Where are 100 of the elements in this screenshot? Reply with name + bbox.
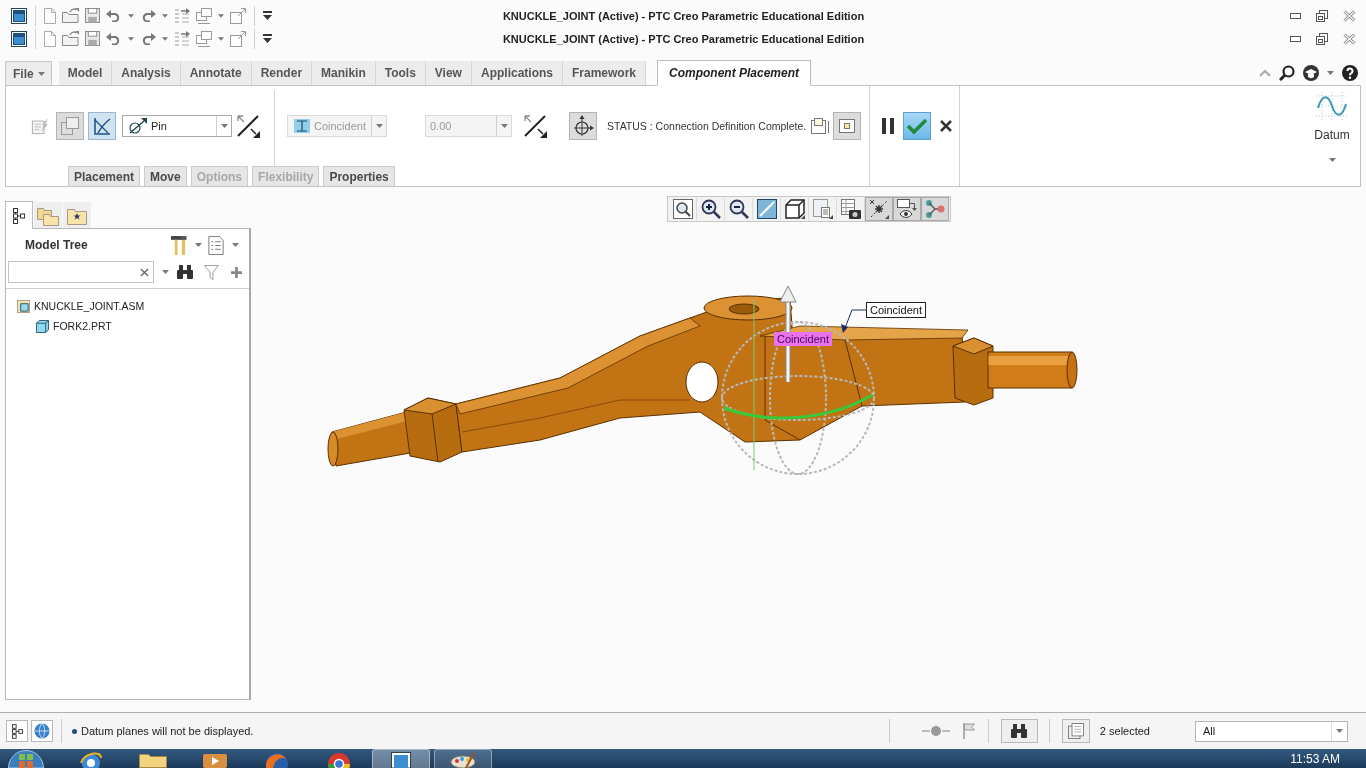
zoom-in-icon: [701, 199, 721, 219]
small-window-icon: [811, 117, 830, 134]
save-icon[interactable]: [85, 8, 100, 23]
caret-icon[interactable]: [162, 13, 168, 18]
help-icon[interactable]: [1342, 64, 1358, 81]
caret-icon: [37, 71, 45, 76]
open-folder-icon[interactable]: [62, 31, 79, 46]
ok-button[interactable]: [903, 112, 931, 140]
bullet-icon: [72, 728, 77, 734]
flip-icon[interactable]: [236, 113, 260, 138]
caret-icon[interactable]: [1327, 70, 1334, 75]
caret-icon: [220, 123, 228, 128]
taskbar-button[interactable]: [434, 749, 492, 768]
panel-tab[interactable]: Placement: [68, 166, 141, 186]
taskbar-button[interactable]: [372, 749, 430, 768]
tree-item[interactable]: KNUCKLE_JOINT.ASM: [34, 300, 145, 312]
caret-icon[interactable]: [162, 36, 168, 41]
ribbon-tab[interactable]: View: [425, 61, 472, 85]
redo-icon[interactable]: [140, 32, 156, 45]
minimize-icon[interactable]: [1290, 12, 1301, 19]
callout-label: Coincident: [774, 332, 832, 346]
assembly-window-button[interactable]: [833, 111, 862, 140]
app-icon[interactable]: [11, 7, 27, 24]
connection-type-dropdown[interactable]: Pin: [122, 114, 232, 137]
caret-icon[interactable]: [128, 36, 134, 41]
ribbon-tab[interactable]: Model: [58, 61, 113, 85]
plus-icon[interactable]: [231, 266, 242, 278]
customize-icon[interactable]: [263, 34, 272, 43]
model-tree-toggle-button[interactable]: [6, 720, 28, 742]
part-icon: [36, 319, 49, 333]
selection-button[interactable]: [1061, 719, 1090, 743]
caret-icon[interactable]: [195, 243, 202, 247]
ribbon-tab[interactable]: Applications: [471, 61, 563, 85]
windows-icon[interactable]: [196, 7, 212, 24]
ribbon-tab[interactable]: Analysis: [112, 61, 181, 85]
minimize-icon[interactable]: [1290, 35, 1301, 42]
constraint-toggle-button[interactable]: [88, 111, 116, 140]
close-icon[interactable]: [1343, 32, 1356, 45]
flip-icon[interactable]: [523, 113, 547, 138]
file-menu-button[interactable]: File: [5, 61, 52, 85]
ribbon-tab[interactable]: Annotate: [180, 61, 252, 85]
caret-icon[interactable]: [128, 13, 134, 18]
slider-dot-icon[interactable]: [921, 726, 950, 736]
ribbon-tab[interactable]: Framework: [563, 61, 646, 85]
undo-icon[interactable]: [106, 32, 122, 45]
dragger-button[interactable]: [569, 111, 597, 140]
list-page-icon[interactable]: [208, 235, 224, 255]
window-toggle-button[interactable]: [56, 111, 84, 140]
customize-icon[interactable]: [263, 11, 272, 20]
graduation-cap-icon[interactable]: [1303, 64, 1319, 81]
star-folder-icon: [67, 206, 87, 225]
windows-icon[interactable]: [196, 30, 212, 47]
spin-center-button[interactable]: [893, 197, 921, 221]
caret-icon[interactable]: [218, 36, 224, 41]
wave-icon[interactable]: [1316, 92, 1348, 120]
datum-display-button[interactable]: [865, 197, 893, 221]
caret-icon[interactable]: [232, 243, 239, 247]
tools-icon[interactable]: [170, 235, 187, 255]
panel-tab[interactable]: Move: [144, 166, 187, 186]
connections-button[interactable]: [921, 197, 949, 221]
regenerate-icon[interactable]: [174, 7, 190, 24]
status-message: Datum planes will not be displayed.: [81, 725, 254, 737]
app-icon[interactable]: [11, 30, 27, 47]
tree-item[interactable]: FORK2.PRT: [53, 320, 112, 332]
panel-tab[interactable]: Properties: [323, 166, 395, 186]
close-icon[interactable]: [1343, 9, 1356, 22]
panel-tab[interactable]: [5, 201, 33, 229]
filter-icon[interactable]: [204, 264, 219, 280]
undo-icon[interactable]: [106, 9, 122, 22]
find-button[interactable]: [1000, 719, 1038, 743]
panel-title: Model Tree: [25, 238, 88, 252]
search-icon[interactable]: [1279, 64, 1295, 81]
regenerate-icon[interactable]: [174, 30, 190, 47]
restore-icon[interactable]: [1316, 9, 1328, 22]
search-field[interactable]: [8, 261, 154, 283]
pin-icon: [129, 117, 147, 134]
ribbon-tab[interactable]: Tools: [375, 61, 426, 85]
save-icon[interactable]: [85, 31, 100, 46]
close-window-icon[interactable]: [230, 30, 246, 47]
open-folder-icon[interactable]: [62, 8, 79, 23]
flag-icon[interactable]: [962, 723, 975, 739]
close-window-icon[interactable]: [230, 7, 246, 24]
new-page-icon[interactable]: [44, 30, 56, 47]
start-orb-icon[interactable]: [8, 750, 44, 768]
ribbon-tab[interactable]: Component Placement: [657, 60, 812, 86]
caret-icon[interactable]: [162, 270, 169, 274]
clear-icon[interactable]: [140, 267, 149, 277]
restore-icon[interactable]: [1316, 32, 1328, 45]
ribbon-tab[interactable]: Render: [251, 61, 313, 85]
redo-icon[interactable]: [140, 9, 156, 22]
caret-icon[interactable]: [218, 13, 224, 18]
binoculars-icon[interactable]: [177, 265, 193, 279]
tree-icon: [11, 723, 23, 739]
globe-icon: [34, 723, 50, 739]
new-page-icon[interactable]: [44, 7, 56, 24]
caret-icon[interactable]: [1328, 158, 1336, 162]
browser-toggle-button[interactable]: [31, 720, 53, 742]
assembly-icon: [17, 299, 30, 313]
selection-filter-dropdown[interactable]: All: [1195, 720, 1348, 742]
ribbon-tab[interactable]: Manikin: [312, 61, 376, 85]
